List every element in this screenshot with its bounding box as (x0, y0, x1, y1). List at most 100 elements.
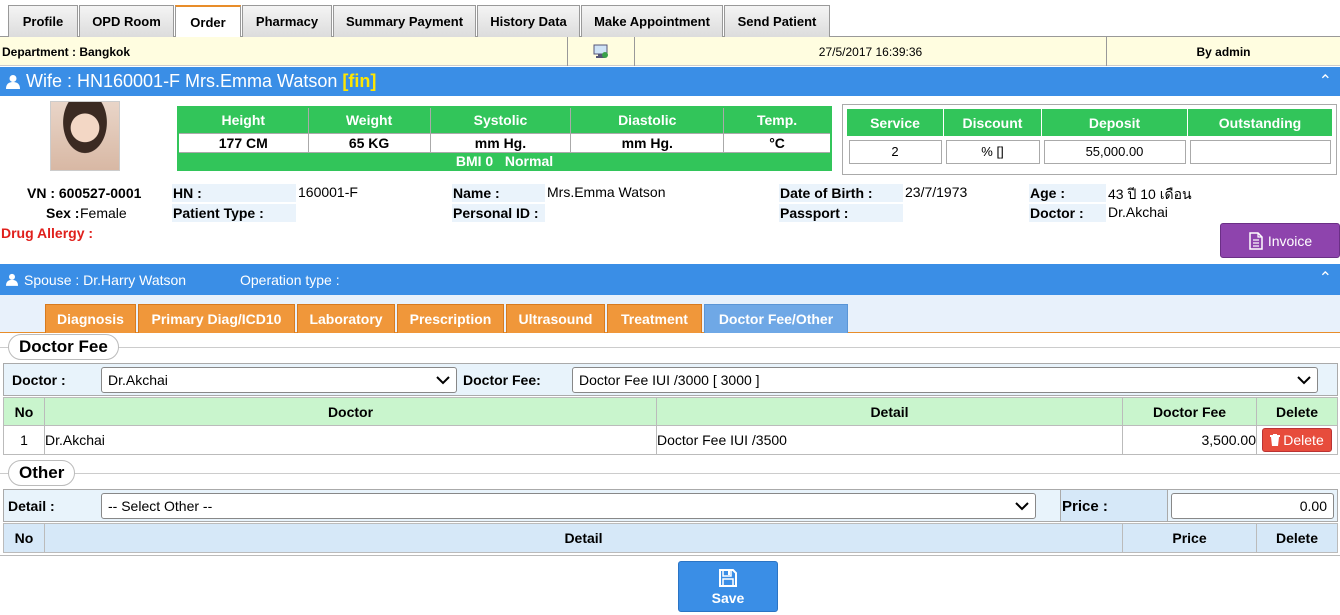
row-doctor: Dr.Akchai (44, 425, 657, 455)
order-subtabs: Diagnosis Primary Diag/ICD10 Laboratory … (0, 295, 1340, 333)
computer-icon[interactable] (568, 37, 635, 66)
tab-pharmacy[interactable]: Pharmacy (242, 5, 332, 37)
wife-header: Wife : HN160001-F Mrs.Emma Watson [fin] … (0, 67, 1340, 96)
invoice-label: Invoice (1267, 232, 1313, 249)
dob-value: 23/7/1973 (905, 184, 968, 200)
other-detail-label: Detail : (8, 498, 55, 514)
tab-summary-payment[interactable]: Summary Payment (333, 5, 476, 37)
personal-id-label: Personal ID : (453, 205, 539, 221)
spouse-header: Spouse : Dr.Harry Watson Operation type … (0, 264, 1340, 295)
fin-status: [fin] (342, 71, 377, 91)
delete-button[interactable]: Delete (1262, 428, 1332, 452)
sex-value: Female (80, 205, 127, 221)
save-button[interactable]: Save (678, 561, 778, 612)
diastolic-value: mm Hg. (570, 132, 725, 153)
invoice-button[interactable]: Invoice (1220, 223, 1340, 258)
subtab-laboratory[interactable]: Laboratory (297, 304, 395, 333)
user-icon (6, 273, 18, 286)
vitals-table: Height Weight Systolic Diastolic Temp. 1… (177, 106, 832, 171)
wife-title: Wife : HN160001-F Mrs.Emma Watson (26, 71, 343, 91)
tab-history-data[interactable]: History Data (477, 5, 580, 37)
table-row: 1 Dr.Akchai Doctor Fee IUI /3500 3,500.0… (3, 425, 1338, 455)
user-label: By admin (1196, 44, 1251, 59)
other-detail-select[interactable]: -- Select Other -- (101, 493, 1036, 519)
vn-label: VN : 600527-0001 (27, 185, 142, 201)
vitals-header: Temp. (723, 106, 832, 134)
patient-type-label: Patient Type : (173, 205, 264, 221)
column-header: Delete (1256, 397, 1338, 426)
chevron-down-icon (1015, 498, 1029, 514)
spouse-title: Spouse : Dr.Harry Watson (24, 271, 187, 288)
patient-photo (50, 101, 120, 171)
finance-header: Outstanding (1187, 108, 1333, 137)
doctor-fee-form: Doctor : Dr.Akchai Doctor Fee: Doctor Fe… (3, 363, 1338, 396)
tab-opd-room[interactable]: OPD Room (79, 5, 174, 37)
subtab-ultrasound[interactable]: Ultrasound (506, 304, 605, 333)
finance-panel: Service Discount Deposit Outstanding 2 %… (842, 104, 1337, 175)
age-label: Age : (1030, 185, 1065, 201)
outstanding-value (1189, 140, 1331, 164)
name-value: Mrs.Emma Watson (547, 184, 666, 200)
hn-value: 160001-F (298, 184, 358, 200)
price-input[interactable]: 0.00 (1171, 493, 1334, 519)
delete-label: Delete (1283, 432, 1324, 448)
drug-allergy-label: Drug Allergy : (1, 225, 94, 241)
doctor-select-value: Dr.Akchai (108, 372, 168, 388)
tab-order[interactable]: Order (175, 5, 241, 38)
operation-type-label: Operation type : (240, 271, 340, 288)
doctor-fee-select-value: Doctor Fee IUI /3000 [ 3000 ] (579, 372, 760, 388)
trash-icon (1270, 434, 1281, 446)
department-label: Department : Bangkok (0, 37, 568, 66)
tab-make-appointment[interactable]: Make Appointment (581, 5, 723, 37)
main-tabs: Profile OPD Room Order Pharmacy Summary … (0, 0, 1340, 38)
save-label: Save (711, 589, 745, 606)
subtab-prescription[interactable]: Prescription (397, 304, 504, 333)
subtab-diagnosis[interactable]: Diagnosis (45, 304, 136, 333)
column-header: Detail (656, 397, 1123, 426)
name-label: Name : (453, 185, 500, 201)
hn-label: HN : (173, 185, 202, 201)
column-header: Doctor (44, 397, 657, 426)
column-header: Delete (1256, 523, 1338, 553)
vitals-header: Weight (307, 106, 431, 134)
collapse-icon[interactable]: ⌃ (1319, 268, 1332, 288)
document-icon (1248, 231, 1264, 250)
datetime-label: 27/5/2017 16:39:36 (635, 37, 1107, 66)
collapse-icon[interactable]: ⌃ (1319, 71, 1332, 91)
finance-header: Service (846, 108, 944, 137)
tab-send-patient[interactable]: Send Patient (724, 5, 830, 37)
tab-profile[interactable]: Profile (8, 5, 78, 37)
doctor-value: Dr.Akchai (1108, 204, 1168, 220)
subtab-doctor-fee-other[interactable]: Doctor Fee/Other (704, 304, 848, 333)
vitals-header: Height (177, 106, 309, 134)
other-form: Detail : -- Select Other -- Price : 0.00 (3, 489, 1338, 522)
age-value: 43 ปี 10 เดือน (1108, 186, 1192, 202)
weight-value: 65 KG (307, 132, 431, 153)
subtab-treatment[interactable]: Treatment (607, 304, 702, 333)
row-no: 1 (3, 425, 45, 455)
user-icon (6, 74, 20, 89)
service-value: 2 (848, 140, 942, 164)
row-fee: 3,500.00 (1122, 425, 1257, 455)
column-header: No (3, 397, 45, 426)
floppy-icon (718, 568, 738, 588)
temp-value: °C (723, 132, 832, 153)
bmi-value: BMI 0 Normal (177, 151, 832, 171)
other-table: No Detail Price Delete (3, 523, 1338, 553)
finance-header: Deposit (1041, 108, 1188, 137)
price-label: Price : (1062, 498, 1108, 515)
doctor-select-label: Doctor : (12, 372, 66, 388)
systolic-value: mm Hg. (429, 132, 572, 153)
subtab-primary-diag[interactable]: Primary Diag/ICD10 (138, 304, 295, 333)
price-input-value: 0.00 (1299, 498, 1327, 514)
doctor-fee-table: No Doctor Detail Doctor Fee Delete 1 Dr.… (3, 397, 1338, 455)
vitals-header: Diastolic (570, 106, 725, 134)
doctor-select[interactable]: Dr.Akchai (101, 367, 457, 393)
column-header: Doctor Fee (1122, 397, 1257, 426)
doctor-fee-select[interactable]: Doctor Fee IUI /3000 [ 3000 ] (572, 367, 1318, 393)
doctor-label: Doctor : (1030, 205, 1084, 221)
column-header: Detail (44, 523, 1123, 553)
finance-header: Discount (943, 108, 1042, 137)
chevron-down-icon (436, 372, 450, 388)
dob-label: Date of Birth : (780, 185, 873, 201)
